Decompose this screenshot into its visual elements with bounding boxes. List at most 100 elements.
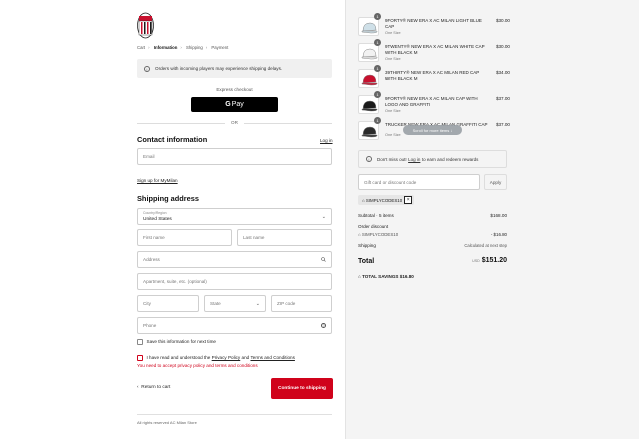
total-value: $151.20 [481, 257, 507, 264]
terms-row[interactable]: I have read and understood the Privacy P… [137, 355, 295, 361]
shipping-label: Shipping [358, 243, 376, 248]
chevron-right-icon: › [205, 45, 208, 50]
save-info-checkbox[interactable] [137, 339, 143, 345]
chevron-down-icon: ⌄ [255, 300, 260, 307]
total-label: Total [358, 258, 375, 265]
savings-value: $16.80 [399, 274, 414, 279]
tag-icon: ⌂ [358, 274, 361, 279]
google-g-icon: G [225, 101, 231, 108]
footer-text: All rights reserved AC Milan Store [137, 420, 197, 425]
last-name-placeholder: Last name [243, 235, 265, 240]
product-variant: S [385, 77, 388, 81]
order-summary-panel [345, 0, 639, 439]
breadcrumb-shipping: Shipping [186, 45, 203, 50]
country-select[interactable]: Country/Region United States ⌄ [137, 208, 332, 225]
cart-item[interactable]: 1 9FORTY® NEW ERA X AC MILAN LIGHT BLUE C… [358, 13, 510, 38]
rewards-post: to earn and redeem rewards [421, 156, 479, 162]
terms-error: You need to accept privacy policy and te… [137, 363, 258, 368]
product-variant: One Size [385, 109, 401, 113]
rewards-banner: i Don't miss out! Log in to earn and red… [358, 150, 507, 168]
first-name-field[interactable]: First name [137, 229, 232, 246]
apartment-placeholder: Apartment, suite, etc. (optional) [143, 279, 207, 284]
country-label: Country/Region [143, 211, 167, 215]
continue-to-shipping-button[interactable]: Continue to shipping [271, 378, 333, 399]
address-field[interactable]: Address [137, 251, 332, 268]
product-name: 9FORTY® NEW ERA X AC MILAN LIGHT BLUE CA… [385, 18, 482, 29]
save-info-row[interactable]: Save this information for next time [137, 339, 216, 345]
info-icon: i [366, 156, 372, 162]
scroll-more-hint[interactable]: Scroll for more items ↓ [403, 125, 462, 135]
phone-placeholder: Phone [143, 323, 157, 328]
cart-item[interactable]: 1 9TWENTY® NEW ERA X AC MILAN WHITE CAP W… [358, 39, 510, 64]
applied-code-tag: ⌂ SIMPLYCODES10 × [358, 195, 415, 205]
discount-code-input[interactable]: Gift card or discount code [358, 174, 480, 190]
zip-field[interactable]: ZIP code [271, 295, 332, 312]
breadcrumb-information: Information [153, 45, 178, 50]
discount-value: - $16.80 [490, 232, 507, 237]
terms-checkbox[interactable] [137, 355, 143, 361]
product-variant: One Size [385, 31, 401, 35]
cart-item[interactable]: 1 39THIRTY® NEW ERA X AC MILAN RED CAP WI… [358, 65, 510, 90]
checkout-form-panel: Cart › Information › Shipping › Payment i O… [0, 0, 345, 439]
info-icon: i [144, 65, 150, 72]
apartment-field[interactable]: Apartment, suite, etc. (optional) [137, 273, 332, 290]
gpay-label: Pay [231, 101, 244, 108]
discount-placeholder: Gift card or discount code [364, 179, 417, 185]
express-checkout-label: Express checkout [216, 87, 253, 92]
privacy-policy-link[interactable]: Privacy Policy [212, 355, 241, 360]
terms-and: and [241, 355, 250, 361]
product-price: $30.00 [495, 44, 510, 49]
product-name: 9FORTY® NEW ERA X AC MILAN CAP WITH LOGO… [385, 96, 478, 107]
chevron-left-icon: ‹ [137, 385, 139, 390]
email-field[interactable]: Email [137, 148, 332, 165]
save-info-label: Save this information for next time [146, 339, 216, 345]
order-discount-label: Order discount [358, 224, 389, 229]
close-icon[interactable]: × [404, 196, 413, 204]
shipping-value: Calculated at next step [464, 243, 507, 248]
google-pay-button[interactable]: G Pay [191, 97, 278, 112]
discount-code-label: SIMPLYCODES10 [361, 232, 399, 237]
city-field[interactable]: City [137, 295, 199, 312]
quantity-badge: 1 [374, 117, 381, 124]
product-variant: One Size [385, 133, 401, 137]
cart-item[interactable]: 1 9FORTY® NEW ERA X AC MILAN CAP WITH LOG… [358, 91, 510, 116]
return-to-cart-link[interactable]: ‹ Return to cart [137, 385, 170, 390]
arrow-down-icon: ↓ [450, 127, 453, 133]
country-value: United States [143, 216, 172, 222]
subtotal-row: Subtotal · 5 items $168.00 [358, 213, 507, 218]
quantity-badge: 1 [374, 65, 381, 72]
shipping-delay-notice: i Orders with incoming players may exper… [137, 59, 332, 78]
terms-conditions-link[interactable]: Terms and Conditions [250, 355, 294, 360]
or-divider: OR [137, 120, 332, 125]
savings-label: TOTAL SAVINGS [362, 274, 399, 279]
cap-icon [361, 74, 378, 86]
shipping-row: Shipping Calculated at next step [358, 243, 507, 248]
quantity-badge: 1 [374, 91, 381, 98]
login-link[interactable]: Log in [320, 138, 333, 143]
product-price: $30.00 [495, 18, 510, 23]
apply-button[interactable]: Apply [484, 174, 507, 190]
breadcrumb-cart[interactable]: Cart [137, 45, 145, 50]
rewards-login-link[interactable]: Log in [408, 157, 420, 162]
quantity-badge: 1 [374, 13, 381, 20]
last-name-field[interactable]: Last name [237, 229, 332, 246]
discount-code-row: ⌂ SIMPLYCODES10 - $16.80 [358, 232, 507, 237]
chevron-down-icon: ⌄ [321, 213, 326, 220]
quantity-badge: 1 [374, 39, 381, 46]
help-icon[interactable]: ? [321, 323, 326, 328]
state-select[interactable]: State ⌄ [204, 295, 266, 312]
product-name: 39THIRTY® NEW ERA X AC MILAN RED CAP WIT… [385, 70, 480, 81]
product-price: $37.00 [495, 122, 510, 127]
city-placeholder: City [143, 301, 151, 306]
return-label: Return to cart [141, 385, 171, 390]
product-variant: One Size [385, 57, 401, 61]
signup-link[interactable]: Sign up for MyMilan [137, 178, 178, 183]
phone-field[interactable]: Phone ? [137, 317, 332, 334]
chevron-right-icon: › [148, 45, 150, 50]
cap-icon [361, 126, 378, 138]
subtotal-label: Subtotal · 5 items [358, 213, 394, 218]
terms-pre: I have read and understood the [146, 355, 211, 361]
cap-icon [361, 48, 378, 60]
ac-milan-logo[interactable] [137, 12, 154, 39]
breadcrumb-payment: Payment [211, 45, 229, 50]
